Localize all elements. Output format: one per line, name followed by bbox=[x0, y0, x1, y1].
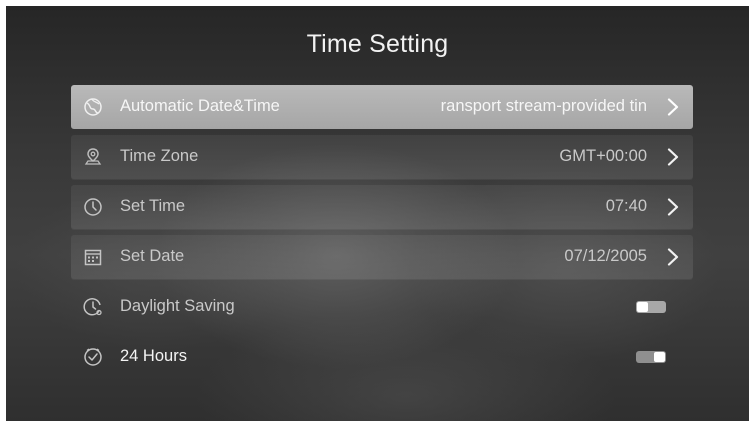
automatic-date-time-value: ransport stream-provided tin bbox=[440, 97, 647, 115]
set-date-row[interactable]: Set Date 07/12/2005 bbox=[71, 235, 693, 279]
clock-icon bbox=[84, 198, 102, 216]
daylight-saving-label: Daylight Saving bbox=[120, 297, 235, 315]
set-time-label: Set Time bbox=[120, 197, 186, 215]
toggle-knob bbox=[637, 302, 648, 312]
daylight-saving-toggle[interactable] bbox=[636, 301, 666, 313]
set-time-value: 07:40 bbox=[605, 197, 647, 215]
automatic-date-time-row[interactable]: Automatic Date&Time ransport stream-prov… bbox=[71, 85, 693, 129]
24-hours-toggle[interactable] bbox=[636, 351, 666, 363]
24-hours-row[interactable]: 24 Hours bbox=[71, 335, 693, 379]
time-zone-value: GMT+00:00 bbox=[559, 147, 647, 165]
chevron-right-icon bbox=[667, 198, 679, 216]
globe-icon bbox=[84, 98, 102, 116]
calendar-icon bbox=[84, 249, 102, 266]
set-date-label: Set Date bbox=[120, 247, 185, 265]
time-zone-label: Time Zone bbox=[120, 147, 199, 165]
page-title: Time Setting bbox=[306, 30, 449, 58]
set-date-value: 07/12/2005 bbox=[564, 247, 647, 265]
clock-check-icon bbox=[84, 348, 102, 366]
automatic-date-time-label: Automatic Date&Time bbox=[120, 97, 280, 115]
toggle-knob bbox=[654, 352, 665, 362]
chevron-right-icon bbox=[667, 148, 679, 166]
chevron-right-icon bbox=[667, 248, 679, 266]
daylight-saving-row[interactable]: Daylight Saving bbox=[71, 285, 693, 329]
time-setting-screen: Time Setting Automatic Date&Time ranspor… bbox=[6, 6, 749, 421]
time-zone-row[interactable]: Time Zone GMT+00:00 bbox=[71, 135, 693, 179]
set-time-row[interactable]: Set Time 07:40 bbox=[71, 185, 693, 229]
24-hours-label: 24 Hours bbox=[120, 347, 187, 365]
chevron-right-icon bbox=[667, 98, 679, 116]
daylight-clock-icon bbox=[83, 298, 102, 316]
location-pin-icon bbox=[84, 148, 102, 165]
